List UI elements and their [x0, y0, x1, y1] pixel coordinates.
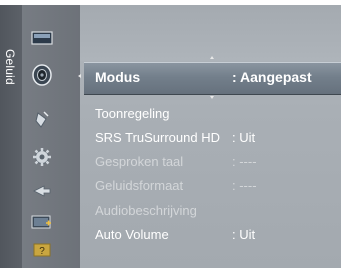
category-tab: Geluid	[0, 5, 22, 268]
menu-header-band	[80, 5, 341, 61]
selected-row-label: Modus	[95, 69, 141, 85]
menu-item-label: Audiobeschrijving	[95, 203, 197, 218]
menu-item-value: : ----	[232, 154, 257, 169]
setup-icon[interactable]	[30, 146, 54, 168]
menu-item-value: : Uit	[232, 130, 256, 145]
sound-icon[interactable]	[30, 64, 54, 86]
menu-item-label: Geluidsformaat	[95, 178, 184, 193]
input-icon[interactable]	[30, 180, 54, 202]
menu-item-value: : ----	[232, 178, 257, 193]
application-icon[interactable]	[30, 211, 54, 233]
menu-item-label: Toonregeling	[95, 106, 170, 121]
category-tab-label: Geluid	[3, 49, 17, 85]
scroll-up-arrow-icon	[210, 56, 214, 59]
left-arrow-icon	[78, 74, 81, 78]
tv-menu-screen: Geluid ? Modus: Aangepast Toonregeling …	[0, 0, 341, 273]
selected-row-value: : Aangepast	[232, 69, 312, 85]
picture-icon[interactable]	[30, 27, 54, 49]
channel-icon[interactable]	[30, 109, 54, 131]
menu-item-label: Gesproken taal	[95, 154, 184, 169]
menu-item-label: Auto Volume	[95, 227, 169, 242]
scroll-down-arrow-icon	[210, 96, 214, 99]
menu-item-label: SRS TruSurround HD	[95, 130, 220, 145]
support-icon[interactable]: ?	[30, 239, 54, 261]
menu-item-value: : Uit	[232, 227, 256, 242]
svg-text:?: ?	[39, 246, 45, 257]
